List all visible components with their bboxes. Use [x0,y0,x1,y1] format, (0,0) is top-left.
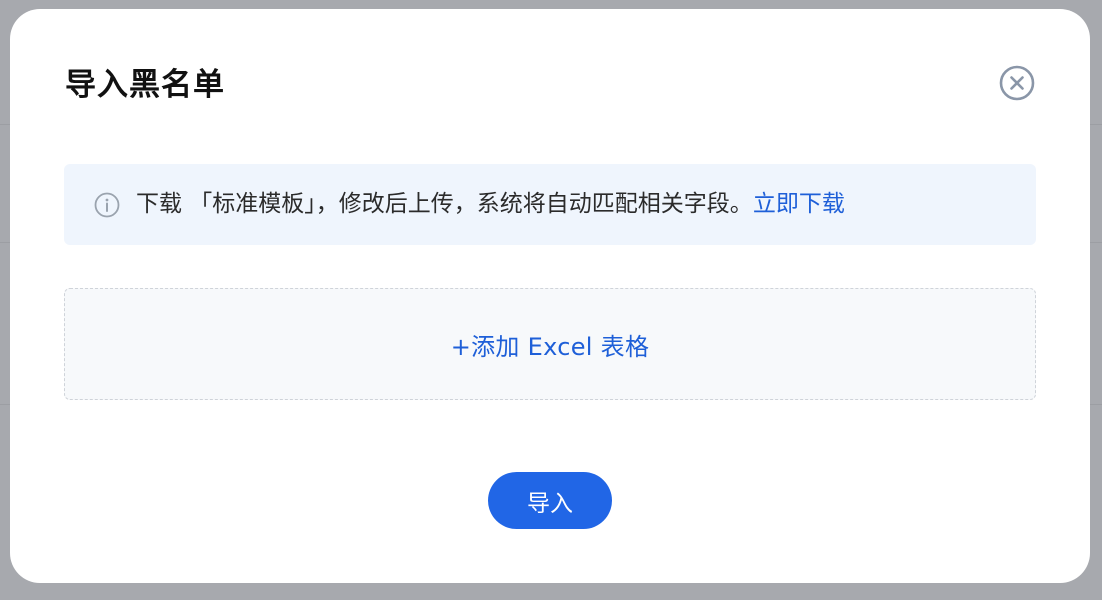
dialog-title: 导入黑名单 [65,67,225,103]
add-excel-label: +添加 Excel 表格 [450,332,650,361]
download-template-link[interactable]: 立即下载 [753,191,845,217]
close-button[interactable] [999,65,1035,101]
import-blacklist-dialog: 导入黑名单 下载 「标准模板」，修改后上传，系统将自动匹配相关字段。立即下载 +… [10,9,1090,583]
excel-upload-dropzone[interactable]: +添加 Excel 表格 [64,288,1036,400]
template-notice: 下载 「标准模板」，修改后上传，系统将自动匹配相关字段。立即下载 [64,164,1036,245]
notice-message: 下载 「标准模板」，修改后上传，系统将自动匹配相关字段。立即下载 [136,188,845,220]
close-circle-icon [999,65,1035,101]
import-button[interactable]: 导入 [488,472,612,529]
notice-text: 下载 「标准模板」，修改后上传，系统将自动匹配相关字段。 [136,191,753,217]
info-circle-icon [94,192,120,218]
